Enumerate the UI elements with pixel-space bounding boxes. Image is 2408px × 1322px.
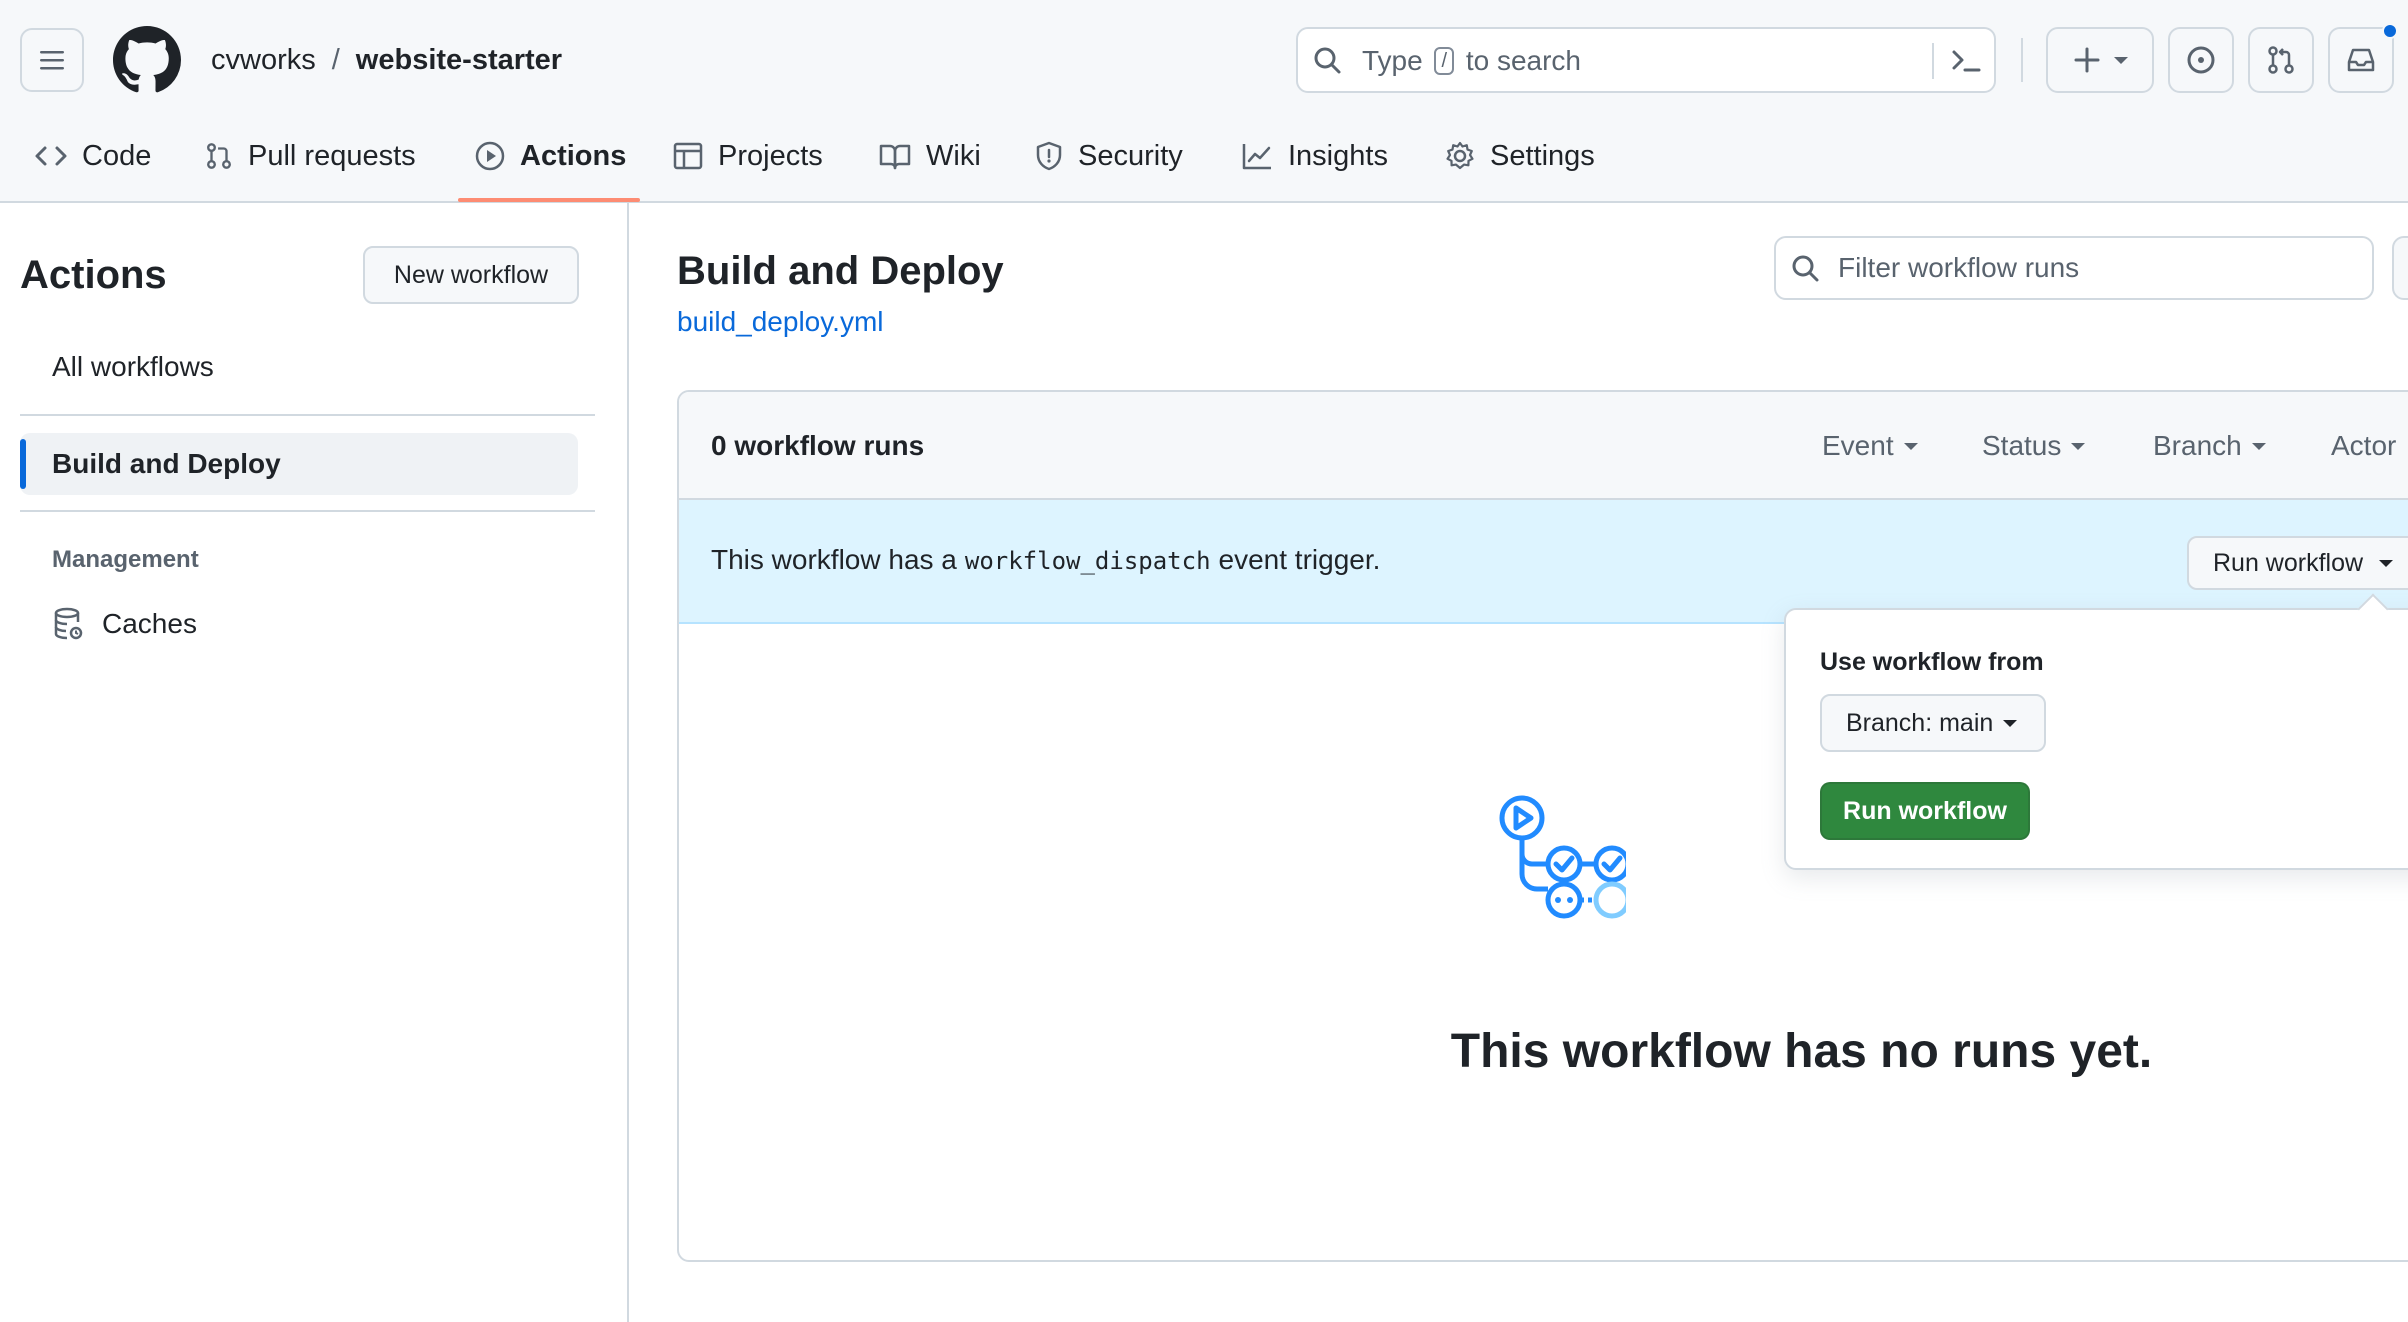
event-filter-dropdown[interactable]: Event [1822,428,1918,464]
code-icon [35,146,67,166]
global-search-input[interactable]: Type / to search [1296,27,1996,93]
tab-pull-requests-label: Pull requests [248,139,416,172]
tab-settings[interactable]: Settings [1444,134,1595,178]
header-divider [2021,38,2023,82]
runs-count: 0 workflow runs [711,430,925,461]
breadcrumb-separator: / [331,44,340,76]
sidebar-item-label: Build and Deploy [52,448,281,479]
sidebar-title: Actions [20,253,167,297]
tab-code-label: Code [82,139,152,172]
status-filter-dropdown[interactable]: Status [1982,428,2086,464]
create-new-button[interactable] [2046,27,2154,93]
filter-workflow-runs-field[interactable] [1774,236,2374,300]
menu-button[interactable] [20,28,84,92]
actor-filter-dropdown[interactable]: Actor [2331,428,2396,464]
chevron-down-icon [2071,442,2086,450]
tab-actions[interactable]: Actions [474,134,626,178]
notification-dot [2382,23,2398,39]
tab-actions-label: Actions [520,139,627,172]
slash-shortcut-key: / [1434,47,1455,75]
tab-code[interactable]: Code [34,134,151,178]
sidebar-item-label: Caches [102,608,197,639]
play-icon [475,141,505,171]
filter-workflow-runs-input[interactable] [1838,248,2358,288]
search-placeholder: Type / to search [1362,45,1581,76]
tab-insights-label: Insights [1288,139,1388,172]
new-workflow-button[interactable]: New workflow [363,246,579,304]
issue-opened-icon [2187,46,2215,74]
chevron-down-icon [2379,559,2394,567]
tab-security-label: Security [1078,139,1183,172]
event-filter-label: Event [1822,430,1894,461]
search-icon [1314,47,1341,74]
tab-projects[interactable]: Projects [672,134,823,178]
selected-indicator [20,439,26,489]
branch-select-label: Branch: main [1846,708,1994,737]
runs-header: 0 workflow runs Event Status Branch Acto… [679,392,2408,500]
run-workflow-dropdown[interactable]: Run workflow [2187,536,2408,590]
dispatch-code: workflow_dispatch [964,547,1211,575]
github-logo-icon[interactable] [113,26,181,94]
actor-filter-label: Actor [2331,430,2397,461]
sidebar-divider-line [20,414,595,416]
run-workflow-submit-button[interactable]: Run workflow [1820,782,2030,840]
book-icon [879,144,911,170]
actions-workflow-illustration-icon [1499,795,1626,919]
workflow-file-link[interactable]: build_deploy.yml [677,304,884,340]
pull-request-icon [207,143,231,169]
chevron-down-icon [2114,56,2128,64]
chevron-down-icon [1903,442,1918,450]
repo-breadcrumb: cvworks / website-starter [211,40,562,80]
repo-owner-link[interactable]: cvworks [211,44,316,76]
status-filter-label: Status [1982,430,2062,461]
command-palette-icon[interactable] [1948,43,1984,79]
filter-options-button[interactable] [2392,236,2408,300]
table-icon [673,142,703,170]
shield-icon [1036,141,1062,171]
branch-select-button[interactable]: Branch: main [1820,694,2046,752]
empty-state-title: This workflow has no runs yet. [1450,1025,2153,1078]
sidebar-divider-line [20,510,595,512]
plus-icon [2074,47,2100,73]
graph-icon [1242,144,1271,170]
run-workflow-popover: Use workflow from Branch: main Run workf… [1784,593,2408,870]
pull-requests-button[interactable] [2248,27,2314,93]
workflow-title: Build and Deploy [677,249,1004,293]
chevron-down-icon [2251,442,2266,450]
tab-insights[interactable]: Insights [1240,134,1388,178]
app-header: cvworks / website-starter Type / to search [0,0,2408,203]
management-heading: Management [52,546,199,573]
issues-button[interactable] [2168,27,2234,93]
branch-filter-dropdown[interactable]: Branch [2153,428,2266,464]
search-divider [1932,43,1934,79]
branch-filter-label: Branch [2153,430,2242,461]
search-icon [1792,255,1819,282]
tab-projects-label: Projects [718,139,823,172]
tab-pull-requests[interactable]: Pull requests [204,134,416,178]
sidebar-item-build-and-deploy[interactable]: Build and Deploy [20,433,578,495]
sidebar-item-caches[interactable]: Caches [52,603,197,645]
inbox-button[interactable] [2328,23,2398,93]
active-tab-indicator [458,198,640,202]
run-workflow-dropdown-label: Run workflow [2213,548,2364,577]
sidebar-item-label: All workflows [52,351,214,382]
tab-settings-label: Settings [1490,139,1595,172]
chevron-down-icon [2003,719,2018,727]
dispatch-message: This workflow has a workflow_dispatch even… [711,544,1381,575]
workflow-dispatch-banner: This workflow has a workflow_dispatch even… [679,500,2408,624]
tab-security[interactable]: Security [1034,134,1183,178]
tab-wiki[interactable]: Wiki [878,134,981,178]
database-icon [54,607,83,640]
hamburger-icon [40,51,64,70]
gear-icon [1446,141,1474,170]
pull-request-icon [2268,46,2294,74]
use-workflow-from-label: Use workflow from [1820,648,2044,676]
tab-wiki-label: Wiki [926,139,981,172]
repo-name-link[interactable]: website-starter [356,44,562,76]
inbox-icon [2347,48,2375,72]
sidebar-divider [627,203,629,1322]
sidebar-item-all-workflows[interactable]: All workflows [20,336,578,398]
